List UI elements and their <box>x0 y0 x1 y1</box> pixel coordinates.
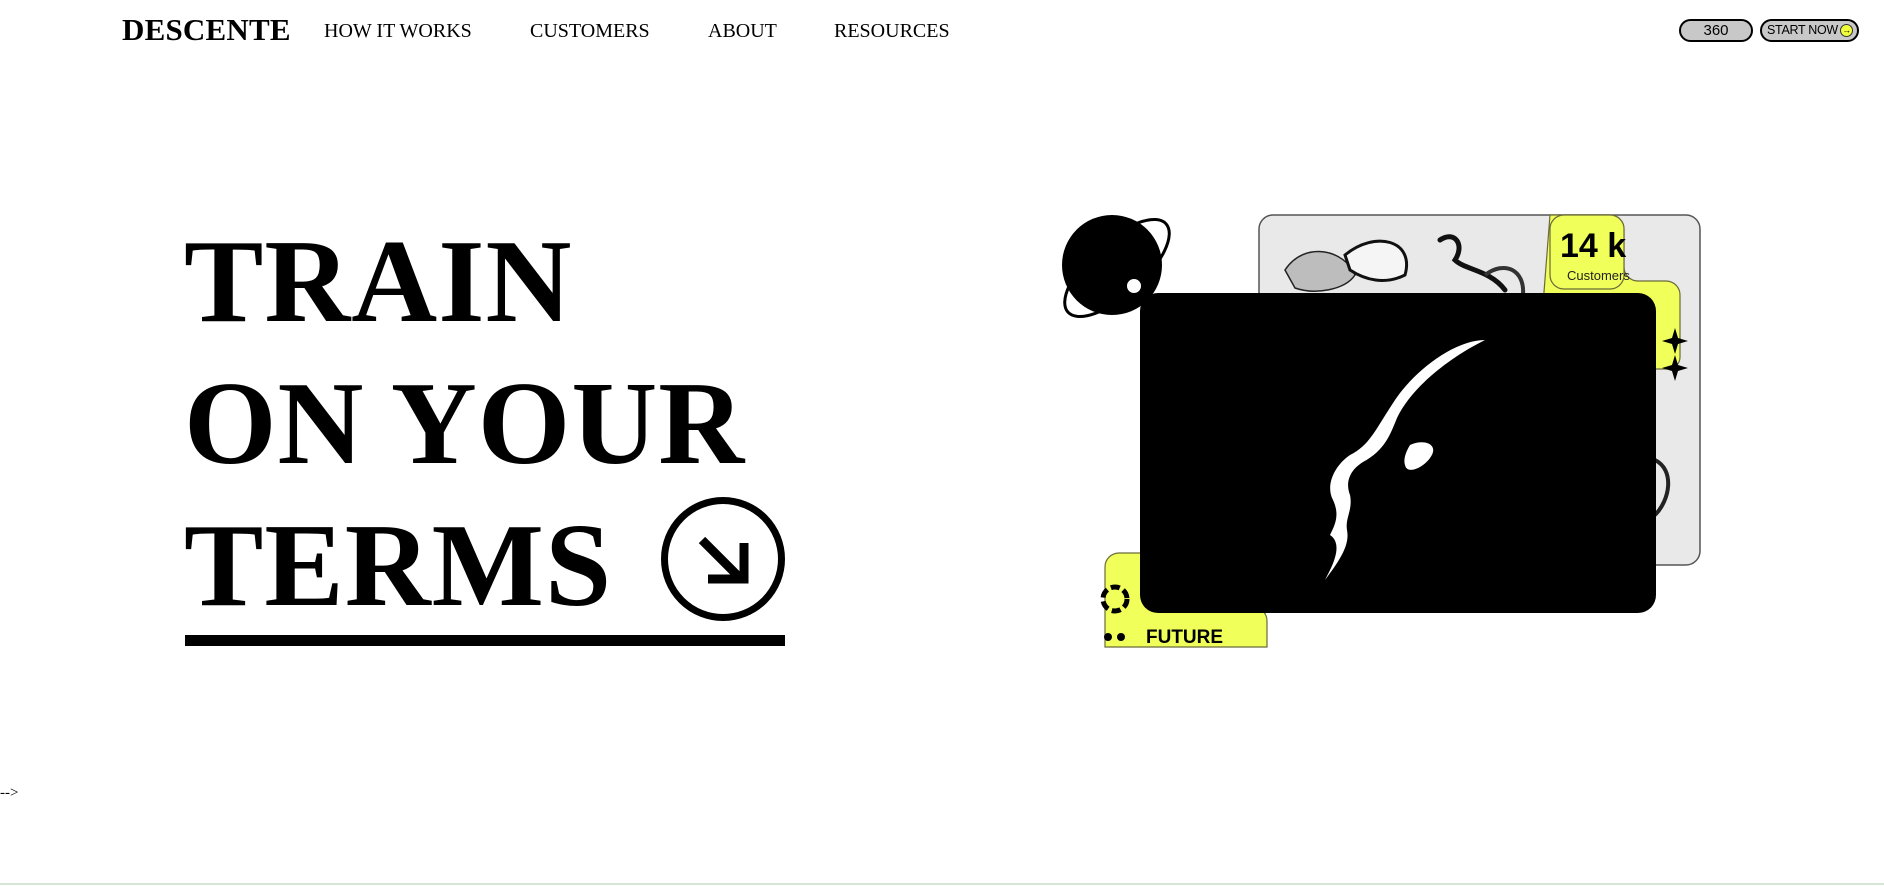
hero-illustration: 14 k Customers FUTURE <box>1045 200 1705 675</box>
bottom-divider <box>0 883 1884 885</box>
future-label: FUTURE <box>1146 627 1223 648</box>
brand-logo[interactable]: DESCENTE <box>122 12 291 48</box>
headline-underline <box>185 635 785 646</box>
headline-line-2: ON YOUR <box>184 357 746 489</box>
360-button[interactable]: 360 <box>1679 19 1753 42</box>
start-now-button[interactable]: START NOW → <box>1760 19 1859 42</box>
customers-stat-label: Customers <box>1567 268 1630 283</box>
nav-resources[interactable]: RESOURCES <box>834 20 950 43</box>
arrow-right-icon: → <box>1840 24 1853 37</box>
nav-how-it-works[interactable]: HOW IT WORKS <box>324 20 472 43</box>
headline-line-3: TERMS <box>184 499 613 631</box>
stray-comment-text: --> <box>0 785 19 801</box>
arrow-down-right-icon[interactable] <box>661 497 785 621</box>
360-label: 360 <box>1703 22 1729 39</box>
start-now-label: START NOW <box>1767 23 1838 37</box>
headline-line-1: TRAIN <box>184 215 573 347</box>
nav-customers[interactable]: CUSTOMERS <box>530 20 650 43</box>
nav-about[interactable]: ABOUT <box>708 20 777 43</box>
customers-stat-value: 14 k <box>1560 227 1626 265</box>
face-silhouette-card <box>1140 293 1656 613</box>
